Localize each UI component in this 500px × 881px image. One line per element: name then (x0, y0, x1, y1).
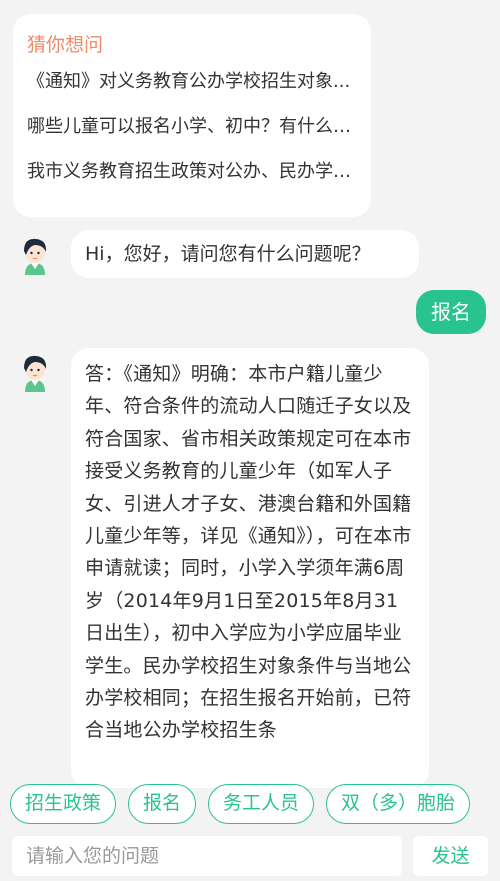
quick-reply-chip[interactable]: 招生政策 (10, 784, 117, 824)
quick-reply-bar: 招生政策 报名 务工人员 双（多）胞胎 (0, 784, 500, 828)
bot-greeting-bubble: Hi，您好，请问您有什么问题呢？ (71, 230, 419, 278)
send-button[interactable]: 发送 (413, 836, 488, 876)
quick-reply-chip[interactable]: 务工人员 (208, 784, 315, 824)
input-bar: 发送 (0, 828, 500, 881)
guess-item[interactable]: 《通知》对义务教育公办学校招生对象... (27, 70, 357, 94)
bot-avatar-icon (24, 355, 47, 392)
bot-answer-bubble: 答：《通知》明确：本市户籍儿童少年、符合条件的流动人口随迁子女以及符合国家、省市… (71, 348, 429, 788)
user-message-bubble: 报名 (416, 290, 486, 334)
quick-reply-chip[interactable]: 双（多）胞胎 (326, 784, 471, 824)
guess-item[interactable]: 我市义务教育招生政策对公办、民办学校... (27, 160, 357, 184)
question-input[interactable] (12, 836, 402, 876)
guess-item[interactable]: 哪些儿童可以报名小学、初中？有什么条件？ (27, 115, 357, 139)
quick-reply-chip[interactable]: 报名 (128, 784, 197, 824)
guess-title: 猜你想问 (27, 34, 104, 56)
bot-avatar-icon (24, 238, 47, 275)
guess-card: 猜你想问 《通知》对义务教育公办学校招生对象... 哪些儿童可以报名小学、初中？… (13, 14, 371, 217)
